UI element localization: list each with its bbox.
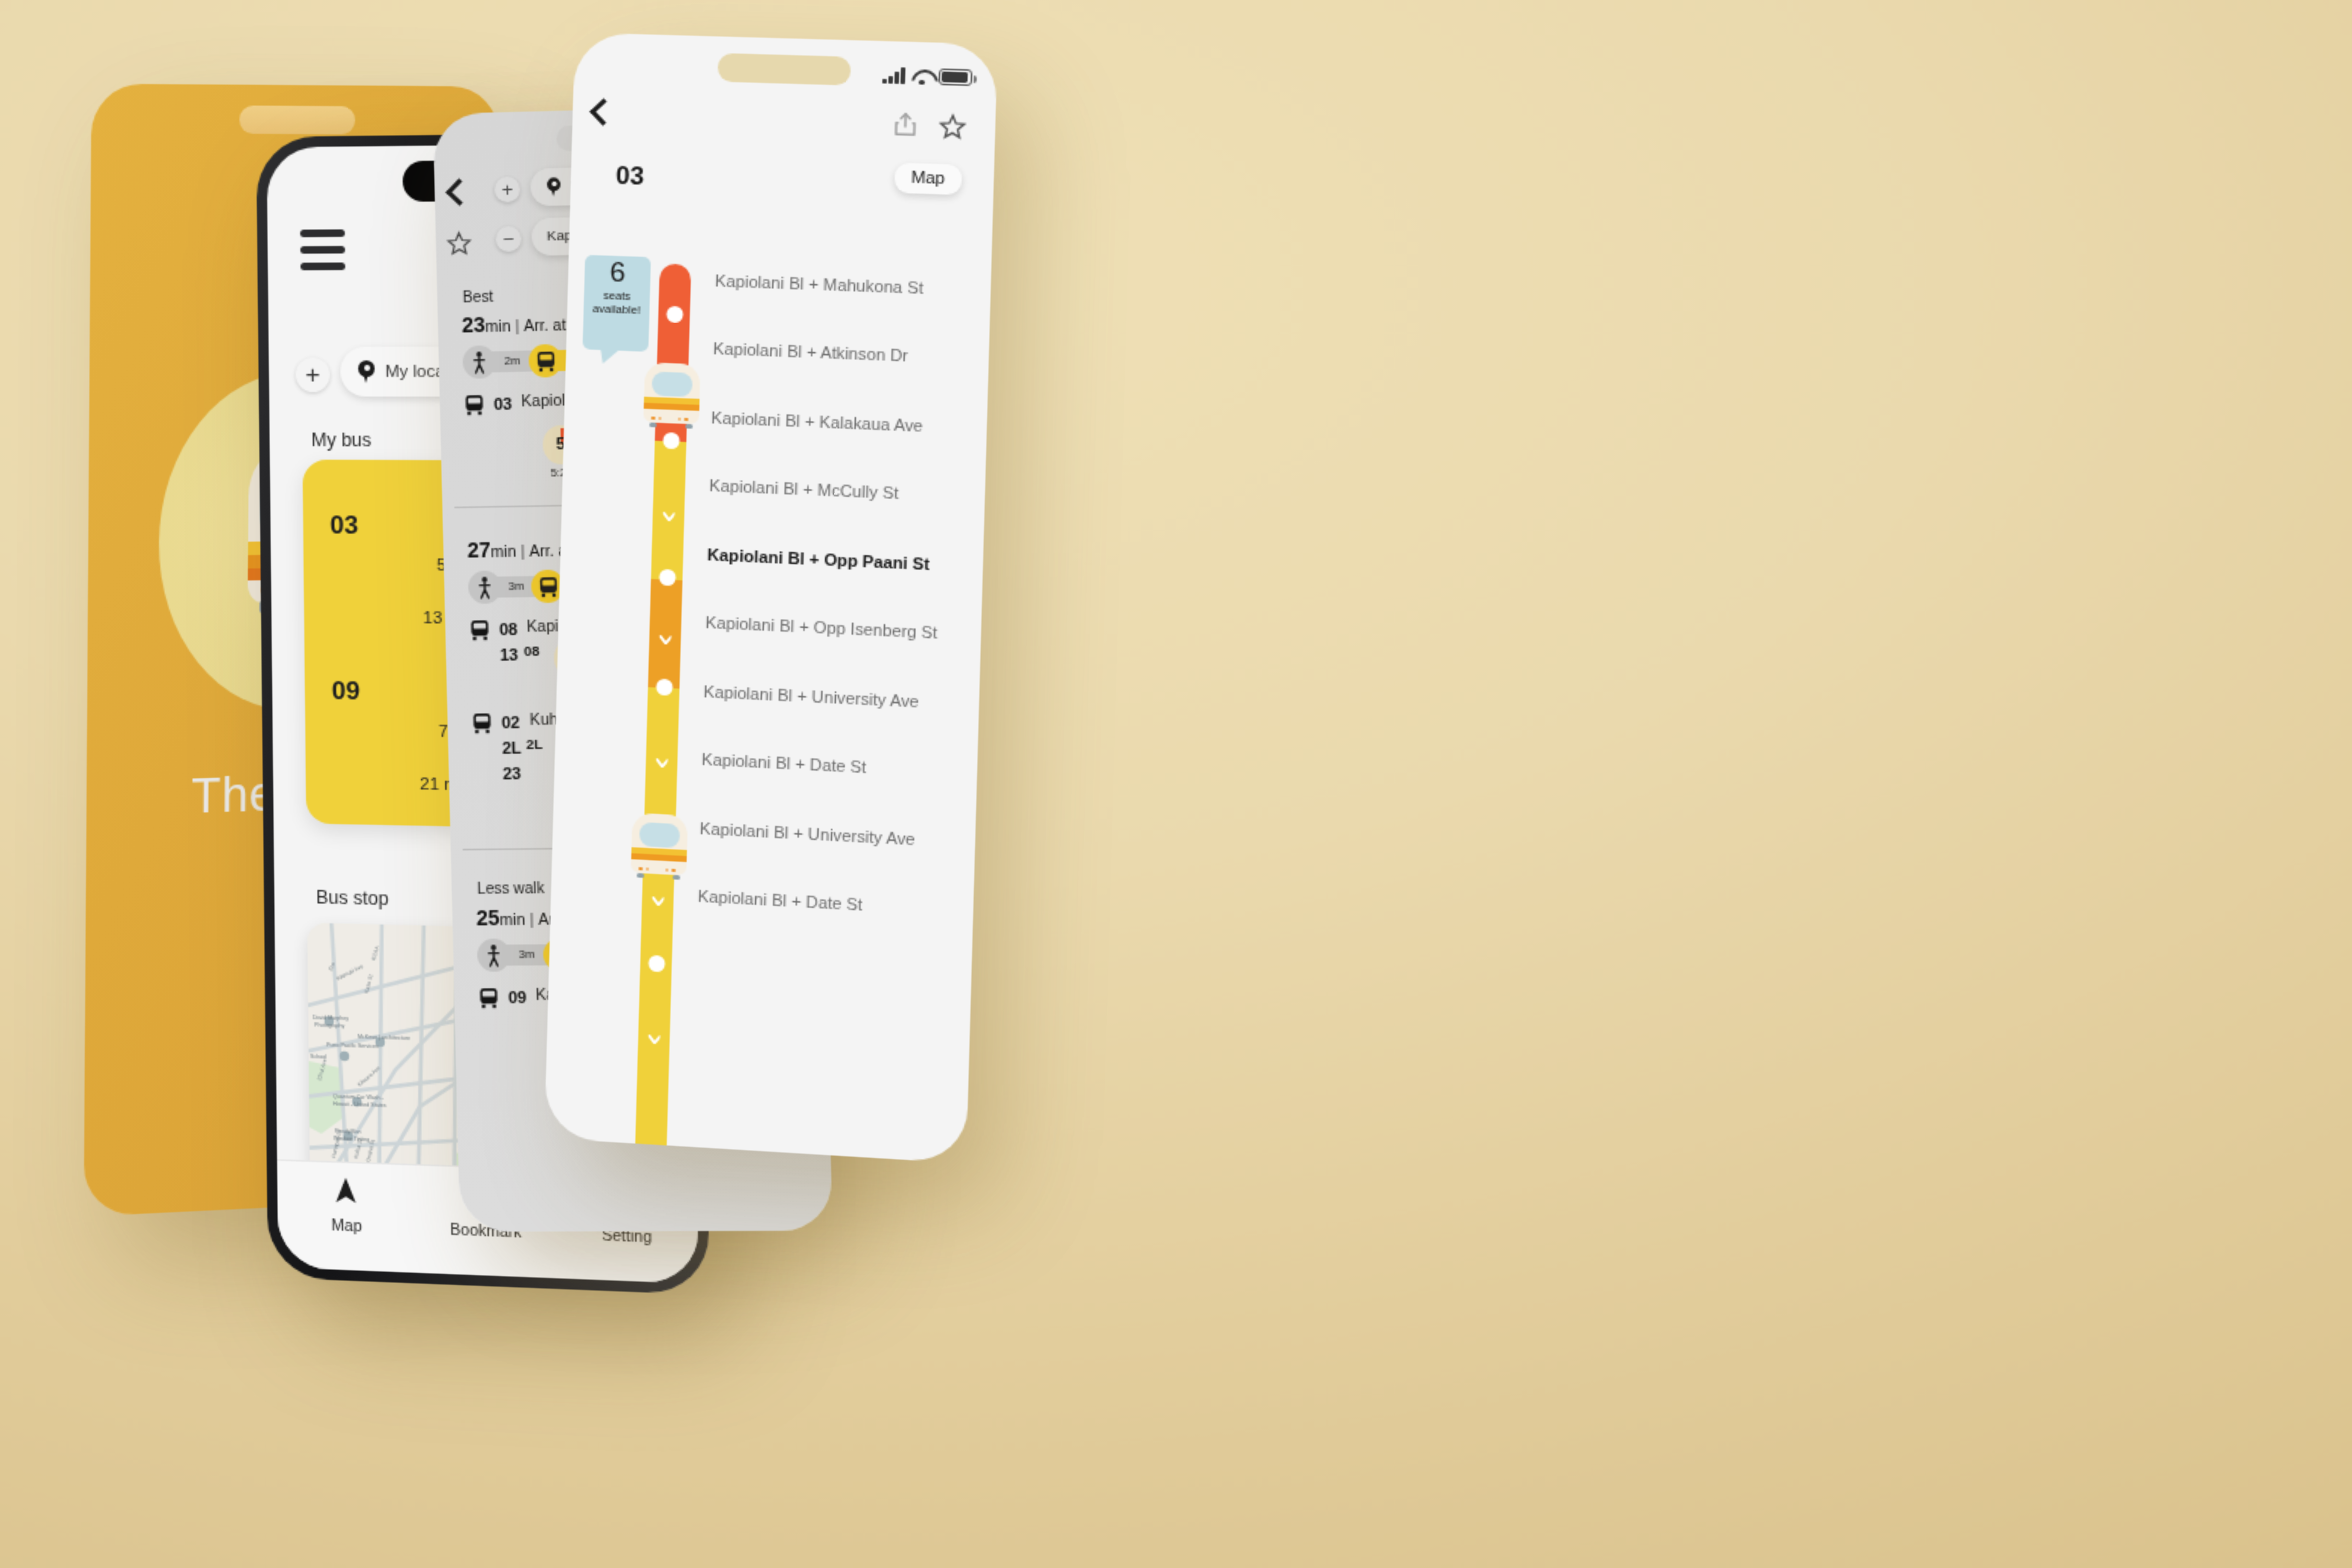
- svg-text:Photography: Photography: [314, 1022, 345, 1029]
- location-pin-icon: [547, 178, 561, 197]
- list-item[interactable]: Kapiolani Bl + University Ave: [702, 658, 968, 739]
- route-number: 02: [501, 714, 521, 733]
- route-number: 08: [499, 621, 518, 640]
- route-number: 13: [500, 647, 519, 665]
- bus-icon: [480, 988, 498, 1008]
- bus-stop-label: Bus stop: [316, 886, 389, 910]
- route-duration-unit: min: [485, 318, 511, 337]
- add-location-button[interactable]: +: [295, 357, 330, 393]
- back-button[interactable]: [445, 178, 475, 220]
- notch: [717, 53, 851, 86]
- bus-marker-icon: [643, 362, 701, 433]
- section-label-less-walk: Less walk: [477, 881, 545, 898]
- phone-route-detail-screen: 03 Map 6 seats available! Kapiolani Bl +…: [544, 32, 998, 1164]
- seats-available-badge: 6 seats available!: [582, 255, 651, 352]
- list-item-current[interactable]: Kapiolani Bl + Opp Paani St: [706, 521, 972, 601]
- map-button[interactable]: Map: [894, 163, 962, 195]
- route-number: 2L: [502, 740, 522, 759]
- tab-map[interactable]: Map: [278, 1173, 416, 1238]
- svg-text:David Murphey: David Murphey: [313, 1015, 349, 1022]
- map-graphic: David MurpheyPhotography Pueo Pacific Se…: [307, 923, 478, 1200]
- chevron-down-icon: [655, 747, 668, 757]
- wifi-icon: [911, 67, 933, 85]
- share-icon[interactable]: [891, 109, 919, 146]
- route-number: 09: [508, 989, 527, 1008]
- chevron-down-icon: [651, 886, 665, 896]
- section-label-best: Best: [462, 290, 494, 307]
- bus-marker-icon: [630, 812, 688, 885]
- route-number: 03: [615, 161, 645, 191]
- bus-icon: [473, 713, 491, 734]
- list-item[interactable]: Kapiolani Bl + Opp Isenberg St: [705, 590, 970, 670]
- bus-icon: [471, 620, 489, 641]
- back-button[interactable]: [590, 98, 618, 140]
- stop-list: Kapiolani Bl + Mahukona St Kapiolani Bl …: [697, 247, 979, 946]
- location-pin-icon: [358, 360, 375, 383]
- add-stop-button[interactable]: +: [494, 176, 521, 203]
- seat-badge-line2: available!: [592, 302, 641, 318]
- list-item[interactable]: Kapiolani Bl + Mahukona St: [714, 247, 979, 325]
- bus-route-number: 03: [330, 511, 359, 540]
- star-icon[interactable]: [938, 112, 966, 148]
- route-detail-screen: 03 Map 6 seats available! Kapiolani Bl +…: [544, 32, 998, 1164]
- my-bus-label: My bus: [311, 429, 372, 451]
- arrival-route-prefix: 08: [523, 643, 540, 661]
- bus-route-number: 09: [331, 676, 360, 706]
- route-duration: 25: [476, 905, 500, 930]
- hamburger-icon[interactable]: [300, 229, 345, 280]
- route-number: 03: [493, 396, 513, 414]
- route-number: 23: [502, 766, 522, 785]
- route-duration-unit: min: [499, 911, 526, 930]
- list-item[interactable]: Kapiolani Bl + Date St: [697, 863, 962, 946]
- chevron-down-icon: [648, 1024, 661, 1034]
- route-duration-unit: min: [490, 543, 516, 562]
- walk-icon: [477, 938, 511, 972]
- star-icon[interactable]: [446, 230, 472, 263]
- bus-icon: [465, 395, 482, 415]
- chevron-down-icon: [662, 501, 675, 511]
- navigation-arrow-icon: [336, 1177, 356, 1203]
- arrival-route-prefix: 2L: [526, 737, 543, 754]
- walk-icon: [468, 570, 502, 604]
- list-item[interactable]: Kapiolani Bl + Date St: [700, 727, 966, 808]
- tab-label: Map: [331, 1217, 362, 1236]
- route-duration: 27: [467, 537, 491, 562]
- remove-stop-button[interactable]: −: [495, 226, 522, 252]
- walk-icon: [462, 345, 497, 379]
- list-item[interactable]: Kapiolani Bl + McCully St: [708, 453, 974, 532]
- map-thumbnail[interactable]: David Murphey Photography Pueo Pacific Se…: [307, 923, 478, 1200]
- list-item[interactable]: Kapiolani Bl + Atkinson Dr: [712, 316, 977, 394]
- signal-icon: [883, 67, 906, 84]
- list-item[interactable]: Kapiolani Bl + Kalakaua Ave: [710, 384, 976, 463]
- route-duration: 23: [462, 312, 486, 337]
- notch: [239, 105, 355, 135]
- list-item[interactable]: Kapiolani Bl + University Ave: [699, 795, 964, 877]
- status-bar: [883, 67, 973, 86]
- bus-icon: [528, 344, 562, 378]
- battery-icon: [938, 68, 973, 86]
- seat-count: 6: [609, 257, 626, 290]
- chevron-down-icon: [659, 625, 672, 634]
